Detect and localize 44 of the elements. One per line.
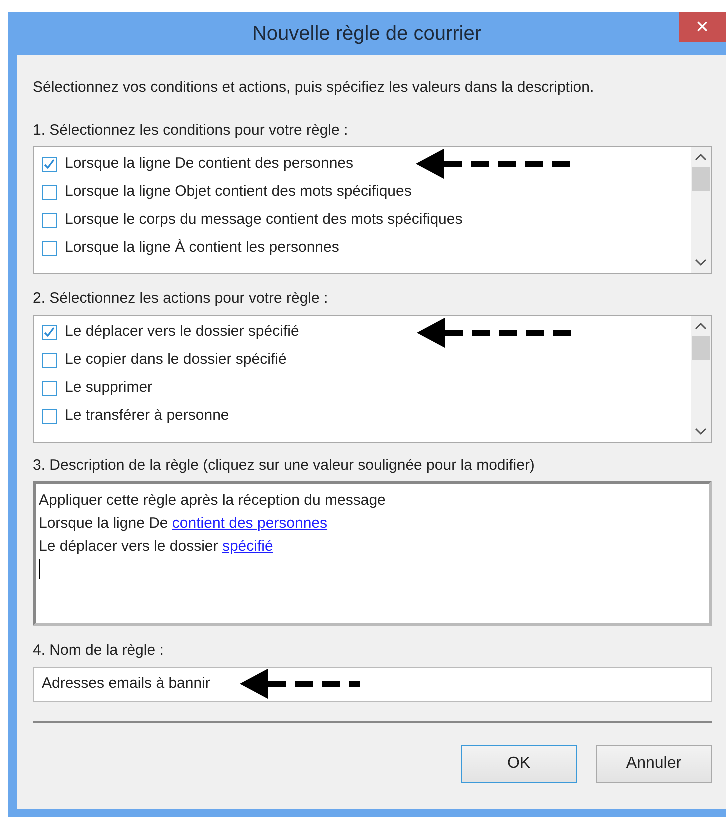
section-label: 4. Nom de la règle : [33, 641, 165, 661]
scroll-thumb[interactable] [692, 167, 710, 191]
checkbox[interactable] [42, 353, 57, 368]
checkbox[interactable] [42, 240, 57, 256]
text-cursor [39, 559, 40, 579]
condition-label[interactable]: Lorsque la ligne De contient des personnes [65, 152, 354, 176]
condition-label[interactable]: Le supprimer [65, 377, 153, 400]
chevron-up-icon[interactable] [695, 322, 707, 330]
section-label: 3. Description de la règle (cliquez sur une valeur soulignée pour la modifier) [33, 456, 536, 476]
ok-button[interactable]: OK [461, 744, 577, 782]
chevron-down-icon[interactable] [695, 259, 707, 267]
section-label: 2. Sélectionnez les actions pour votre règle : [33, 289, 330, 309]
condition-label[interactable]: Lorsque la ligne Objet contient des mots spécifiques [65, 180, 412, 204]
cancel-button[interactable]: Annuler [596, 744, 712, 782]
description-line: Le déplacer vers le dossier spécifié [39, 537, 274, 557]
chevron-up-icon[interactable] [695, 153, 707, 161]
chevron-down-icon[interactable] [695, 428, 707, 436]
dashed-arrow-icon [240, 667, 360, 701]
close-button[interactable]: × [679, 12, 726, 42]
condition-label[interactable]: Le déplacer vers le dossier spécifié [65, 321, 300, 344]
value-link[interactable]: spécifié [222, 538, 274, 555]
checkbox[interactable] [42, 409, 57, 424]
checkbox[interactable] [42, 325, 57, 340]
condition-label[interactable]: Le transférer à personne [65, 405, 230, 428]
window-title: Nouvelle règle de courrier [252, 22, 482, 46]
instructions-text: Sélectionnez vos conditions et actions, puis spécifiez les valeurs dans la description. [33, 78, 596, 98]
description-line: Lorsque la ligne De contient des personnes [39, 514, 329, 534]
description-line: Appliquer cette règle après la réception du message [39, 491, 387, 511]
field-value: Adresses emails à bannir [42, 674, 210, 694]
checkmark-icon [44, 327, 55, 338]
scrollbar[interactable] [691, 147, 711, 273]
scrollbar[interactable] [691, 316, 711, 442]
checkbox[interactable] [42, 184, 57, 200]
condition-label[interactable]: Lorsque la ligne À contient les personnes [65, 236, 340, 260]
checkmark-icon [44, 158, 55, 170]
section-label: 1. Sélectionnez les conditions pour votre règle : [33, 120, 350, 140]
condition-label[interactable]: Lorsque le corps du message contient des mots spécifiques [65, 208, 463, 232]
rule-name-field[interactable]: Adresses emails à bannir [33, 666, 712, 702]
value-link[interactable]: contient des personnes [172, 515, 328, 532]
checkbox[interactable] [42, 212, 57, 228]
condition-label[interactable]: Le copier dans le dossier spécifié [65, 349, 287, 372]
checkbox[interactable] [42, 381, 57, 396]
scroll-thumb[interactable] [692, 336, 710, 360]
checkbox[interactable] [42, 156, 57, 172]
